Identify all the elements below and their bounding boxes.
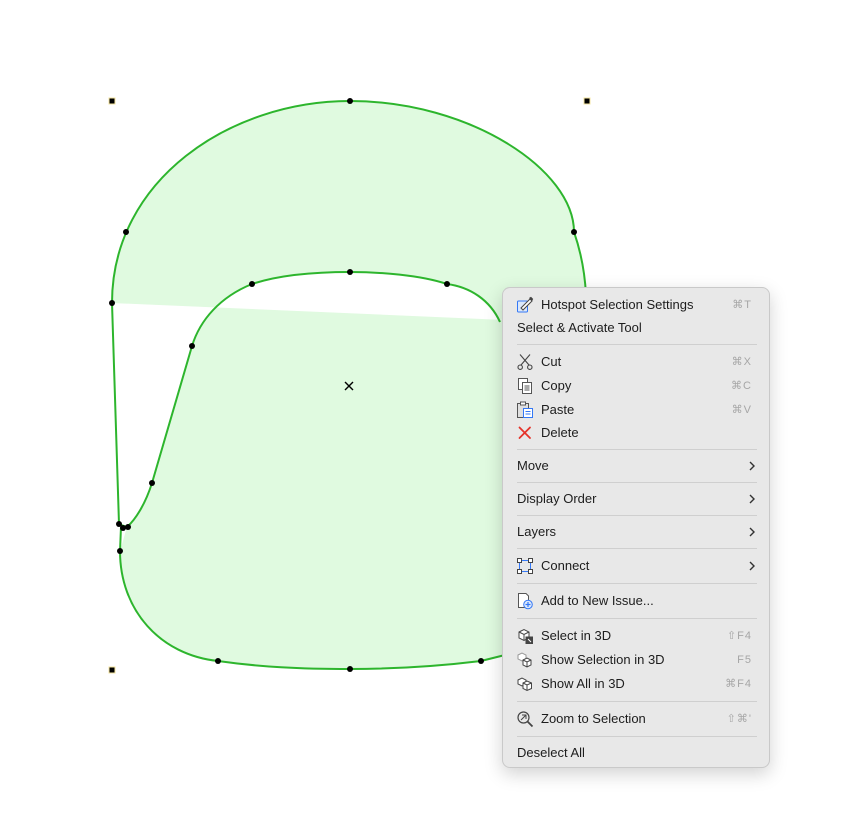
menu-item-label: Hotspot Selection Settings <box>541 297 694 312</box>
menu-item-label: Add to New Issue... <box>541 593 654 608</box>
menu-item-paste[interactable]: Paste ⌘V <box>503 399 769 421</box>
scissors-icon <box>516 353 534 371</box>
add-issue-icon <box>516 592 534 610</box>
vertex-node[interactable] <box>347 269 353 275</box>
menu-item-show-all-in-3d[interactable]: Show All in 3D ⌘F4 <box>503 673 769 695</box>
menu-item-deselect-all[interactable]: Deselect All <box>503 742 769 764</box>
menu-item-move[interactable]: Move <box>503 455 769 477</box>
menu-item-copy[interactable]: Copy ⌘C <box>503 375 769 397</box>
menu-separator <box>517 482 757 483</box>
menu-item-label: Delete <box>541 425 579 440</box>
menu-item-select-in-3d[interactable]: Select in 3D ⇧F4 <box>503 625 769 647</box>
zoom-selection-icon <box>516 710 534 728</box>
menu-item-shortcut: ⌘X <box>731 356 752 368</box>
vertex-node[interactable] <box>125 524 131 530</box>
menu-item-layers[interactable]: Layers <box>503 521 769 543</box>
menu-item-label: Zoom to Selection <box>541 711 646 726</box>
vertex-node[interactable] <box>149 480 155 486</box>
chevron-right-icon <box>747 555 757 577</box>
menu-item-shortcut: ⇧F4 <box>726 630 752 642</box>
vertex-node[interactable] <box>215 658 221 664</box>
menu-item-show-selection-in-3d[interactable]: Show Selection in 3D F5 <box>503 649 769 671</box>
vertex-node[interactable] <box>120 525 126 531</box>
chevron-right-icon <box>747 488 757 510</box>
menu-item-display-order[interactable]: Display Order <box>503 488 769 510</box>
menu-item-label: Select & Activate Tool <box>517 320 642 335</box>
menu-item-delete[interactable]: Delete <box>503 422 769 444</box>
menu-item-shortcut: ⌘C <box>731 380 752 392</box>
select-3d-icon <box>516 627 534 645</box>
menu-item-label: Move <box>517 458 549 473</box>
menu-item-label: Paste <box>541 402 575 417</box>
vertex-node[interactable] <box>478 658 484 664</box>
menu-item-label: Show All in 3D <box>541 676 625 691</box>
menu-item-connect[interactable]: Connect <box>503 555 769 577</box>
menu-item-shortcut: ⌘T <box>732 299 752 311</box>
menu-item-shortcut: ⇧⌘' <box>726 713 752 725</box>
menu-separator <box>517 548 757 549</box>
vertex-node[interactable] <box>117 548 123 554</box>
menu-item-label: Connect <box>541 558 590 573</box>
vertex-node[interactable] <box>347 666 353 672</box>
menu-separator <box>517 618 757 619</box>
show-all-3d-icon <box>516 675 534 693</box>
chevron-right-icon <box>747 521 757 543</box>
menu-item-shortcut: ⌘V <box>731 404 752 416</box>
bbox-handle-top-right[interactable] <box>583 97 591 105</box>
menu-separator <box>517 344 757 345</box>
menu-item-zoom-to-selection[interactable]: Zoom to Selection ⇧⌘' <box>503 708 769 730</box>
vertex-node[interactable] <box>444 281 450 287</box>
bbox-handle-bottom-left[interactable] <box>108 666 116 674</box>
vertex-node[interactable] <box>123 229 129 235</box>
menu-item-label: Copy <box>541 378 572 393</box>
menu-item-label: Select in 3D <box>541 628 612 643</box>
menu-item-select-activate-tool[interactable]: Select & Activate Tool <box>503 317 769 339</box>
menu-item-shortcut: ⌘F4 <box>725 678 752 690</box>
delete-x-icon <box>516 424 534 442</box>
menu-item-hotspot-selection-settings[interactable]: Hotspot Selection Settings ⌘T <box>503 294 769 316</box>
vertex-node[interactable] <box>249 281 255 287</box>
menu-item-label: Show Selection in 3D <box>541 652 665 667</box>
context-menu: Hotspot Selection Settings ⌘T Select & A… <box>502 287 770 768</box>
menu-item-label: Display Order <box>517 491 597 506</box>
menu-item-label: Layers <box>517 524 557 539</box>
menu-separator <box>517 583 757 584</box>
menu-item-shortcut: F5 <box>737 654 752 666</box>
copy-icon <box>516 377 534 395</box>
menu-separator <box>517 449 757 450</box>
vertex-node[interactable] <box>109 300 115 306</box>
vertex-node[interactable] <box>347 98 353 104</box>
menu-item-cut[interactable]: Cut ⌘X <box>503 351 769 373</box>
bbox-handle-top-left[interactable] <box>108 97 116 105</box>
connect-icon <box>516 557 534 575</box>
menu-separator <box>517 701 757 702</box>
menu-item-label: Deselect All <box>517 745 585 760</box>
menu-separator <box>517 515 757 516</box>
chevron-right-icon <box>747 455 757 477</box>
menu-item-label: Cut <box>541 354 562 369</box>
vertex-node[interactable] <box>189 343 195 349</box>
hotspot-settings-icon <box>516 296 534 314</box>
clipboard-icon <box>516 401 534 419</box>
menu-separator <box>517 736 757 737</box>
vertex-node[interactable] <box>571 229 577 235</box>
menu-item-add-to-new-issue[interactable]: Add to New Issue... <box>503 590 769 612</box>
show-selection-3d-icon <box>516 651 534 669</box>
